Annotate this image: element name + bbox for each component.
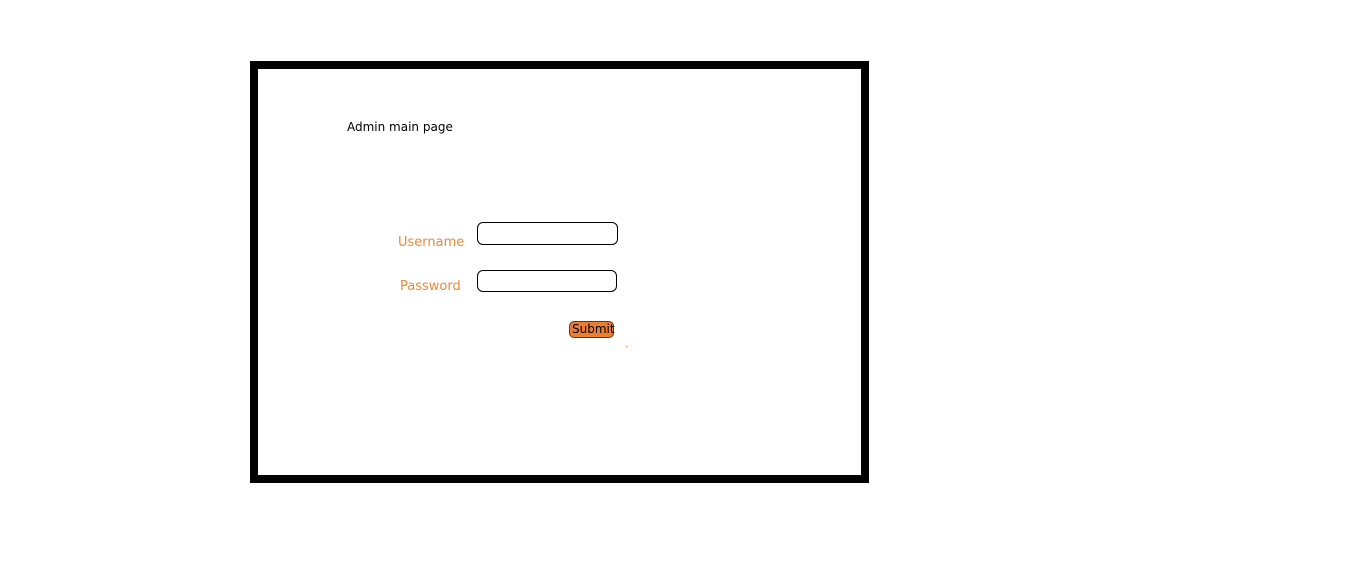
submit-button[interactable]: Submit (569, 321, 615, 338)
stray-dot (626, 346, 627, 347)
password-input[interactable] (477, 270, 617, 292)
page-title: Admin main page (347, 120, 453, 134)
username-input[interactable] (477, 222, 618, 245)
username-label: Username (398, 235, 465, 250)
admin-page-frame: Admin main page Username Password Submit (250, 61, 869, 483)
password-label: Password (400, 279, 461, 294)
